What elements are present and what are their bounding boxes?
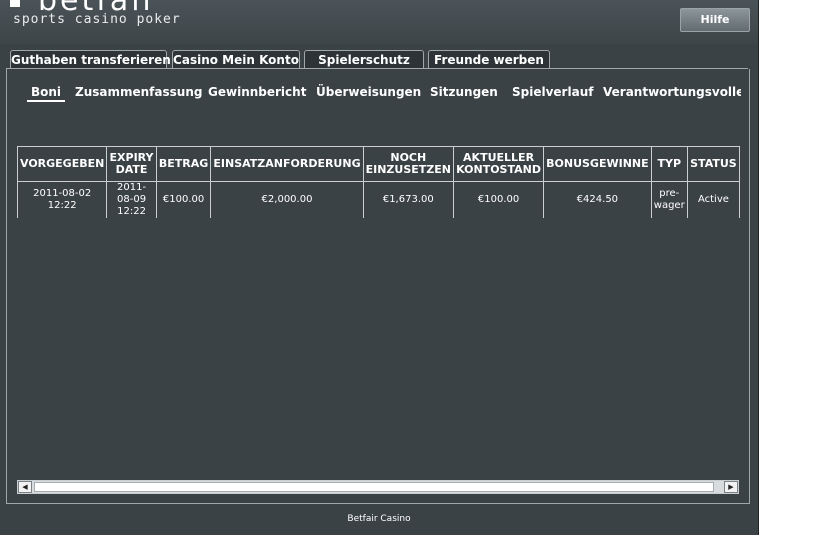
tab-freunde-werben[interactable]: Freunde werben: [428, 50, 550, 69]
help-button[interactable]: Hilfe: [680, 8, 750, 32]
horizontal-scrollbar[interactable]: ◀ ▶: [17, 480, 739, 494]
table-cell: pre-wager: [650, 181, 688, 218]
logo-mark-icon: [10, 0, 20, 7]
subtab-gewinnbericht[interactable]: Gewinnbericht: [208, 85, 306, 99]
scroll-right-arrow-icon[interactable]: ▶: [724, 481, 738, 493]
content-panel: Boni Zusammenfassung Gewinnbericht Überw…: [6, 69, 750, 504]
table-cell: €2,000.00: [210, 181, 364, 218]
header-bar: betfair sports casino poker Hilfe: [0, 0, 758, 44]
table-header-row: VORGEGEBEN EXPIRY DATE BETRAG EINSATZANF…: [17, 146, 740, 182]
footer-text: Betfair Casino: [347, 514, 411, 524]
column-header[interactable]: AKTUELLER KONTOSTAND: [452, 146, 545, 182]
subtab-sitzungen[interactable]: Sitzungen: [430, 85, 498, 99]
table-cell: Active: [686, 181, 740, 218]
table-row[interactable]: 2011-08-02 12:22 2011-08-09 12:22 €100.0…: [17, 181, 740, 218]
tab-guthaben-transferieren[interactable]: Guthaben transferieren: [10, 50, 171, 69]
tab-casino-mein-konto[interactable]: Casino Mein Konto: [172, 50, 300, 69]
column-header[interactable]: BONUSGEWINNE: [543, 146, 652, 182]
subtab-ueberweisungen-label: Überweisungen: [316, 85, 422, 99]
column-header[interactable]: EINSATZANFORDERUNG: [210, 146, 364, 182]
table-cell: 2011-08-09 12:22: [106, 181, 157, 218]
subtab-zusammenfassung[interactable]: Zusammenfassung: [75, 85, 202, 99]
scroll-left-arrow-icon[interactable]: ◀: [18, 481, 32, 493]
bonus-table: VORGEGEBEN EXPIRY DATE BETRAG EINSATZANF…: [17, 146, 740, 218]
subtab-boni[interactable]: Boni: [27, 85, 65, 102]
subtab-ueberweisungen[interactable]: Überweisungen: [316, 85, 421, 99]
subtab-spielverlauf[interactable]: Spielverlauf: [512, 85, 593, 99]
column-header[interactable]: NOCH EINZUSETZEN: [362, 146, 454, 182]
column-header[interactable]: VORGEGEBEN: [17, 146, 108, 182]
table-cell: €1,673.00: [362, 181, 454, 218]
tab-spielerschutz[interactable]: Spielerschutz: [304, 50, 424, 69]
table-cell: €424.50: [543, 181, 652, 218]
table-viewport: VORGEGEBEN EXPIRY DATE BETRAG EINSATZANF…: [17, 146, 740, 218]
subtab-verantwortungsvolles-spiel-label: Verantwortungsvolles Spiel: [603, 85, 741, 99]
table-cell: 2011-08-02 12:22: [17, 181, 108, 218]
table-cell: €100.00: [155, 181, 212, 218]
scrollbar-thumb[interactable]: [34, 482, 714, 492]
casino-account-window: betfair sports casino poker Hilfe Guthab…: [0, 0, 759, 535]
column-header[interactable]: BETRAG: [155, 146, 212, 182]
column-header[interactable]: TYP: [650, 146, 688, 182]
column-header[interactable]: EXPIRY DATE: [106, 146, 157, 182]
subtab-verantwortungsvolles-spiel[interactable]: Verantwortungsvolles Spiel: [603, 85, 741, 99]
table-cell: €100.00: [452, 181, 545, 218]
brand-tagline: sports casino poker: [13, 12, 181, 27]
column-header[interactable]: STATUS: [686, 146, 740, 182]
